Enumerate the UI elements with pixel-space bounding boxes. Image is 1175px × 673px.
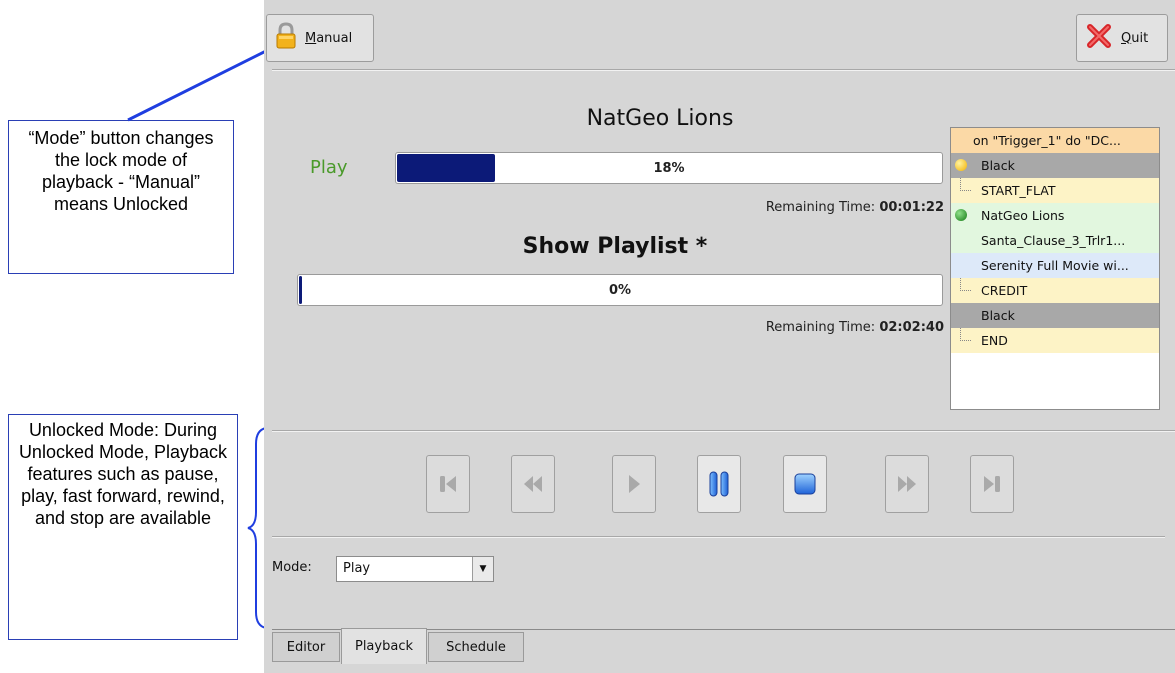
playlist-item-label: on "Trigger_1" do "DC... — [973, 133, 1121, 148]
playlist-item[interactable]: Black — [951, 303, 1159, 328]
unlocked-callout-text: Unlocked Mode: During Unlocked Mode, Pla… — [18, 420, 228, 528]
rewind-button[interactable] — [511, 455, 555, 513]
lock-icon — [275, 22, 297, 54]
clip-remaining-label: Remaining Time: — [765, 200, 876, 215]
playlist-item-label: END — [981, 333, 1008, 348]
transport-divider-bottom-highlight — [272, 537, 1165, 538]
rewind-icon — [524, 476, 542, 492]
pause-button[interactable] — [697, 455, 741, 513]
mode-select[interactable]: Play ▼ — [336, 556, 494, 582]
tree-branch-icon — [960, 278, 971, 291]
pause-icon — [709, 471, 729, 497]
manual-mode-button[interactable]: Manual — [266, 14, 374, 62]
tab-playback-label: Playback — [354, 639, 413, 654]
playback-status-label: Play — [310, 157, 348, 178]
tab-playback[interactable]: Playback — [341, 628, 427, 664]
skip-to-start-icon — [440, 476, 456, 492]
playlist-item[interactable]: Santa_Clause_3_Trlr1... — [951, 228, 1159, 253]
clip-progress-text: 18% — [653, 160, 685, 176]
tab-schedule[interactable]: Schedule — [428, 632, 524, 662]
dropdown-arrow-icon[interactable]: ▼ — [472, 557, 493, 581]
mode-select-value: Play — [343, 561, 371, 576]
yellow-status-dot-icon — [955, 159, 967, 171]
playlist-item-label: NatGeo Lions — [981, 208, 1065, 223]
callout-arrow — [127, 42, 281, 122]
toolbar-divider-highlight — [272, 70, 1175, 71]
playlist-remaining-value: 02:02:40 — [879, 320, 944, 335]
playlist-progress-bar: 0% — [297, 274, 943, 306]
manual-button-label: Manual — [305, 30, 353, 46]
playlist-item-label: Black — [981, 308, 1015, 323]
skip-to-start-button[interactable] — [426, 455, 470, 513]
green-status-dot-icon — [955, 209, 967, 221]
clip-remaining-time: Remaining Time: 00:01:22 — [766, 200, 944, 215]
tree-branch-icon — [960, 178, 971, 191]
clip-progress-bar: 18% — [395, 152, 943, 184]
play-button[interactable] — [612, 455, 656, 513]
tree-branch-icon — [960, 328, 971, 341]
stop-icon — [794, 473, 816, 495]
playlist-item[interactable]: END — [951, 328, 1159, 353]
transport-divider-top-highlight — [272, 431, 1175, 432]
playlist-remaining-time: Remaining Time: 02:02:40 — [766, 320, 944, 335]
red-x-icon — [1085, 22, 1113, 54]
tab-schedule-label: Schedule — [446, 639, 506, 655]
playlist-remaining-label: Remaining Time: — [765, 320, 876, 335]
playlist-item[interactable]: NatGeo Lions — [951, 203, 1159, 228]
playlist-item-label: Santa_Clause_3_Trlr1... — [981, 233, 1126, 248]
fast-forward-button[interactable] — [885, 455, 929, 513]
quit-button-label: Quit — [1121, 30, 1149, 46]
playlist-item[interactable]: Black — [951, 153, 1159, 178]
quit-button[interactable]: Quit — [1076, 14, 1168, 62]
fast-forward-icon — [898, 476, 916, 492]
playlist-title: Show Playlist * — [522, 234, 708, 259]
skip-to-end-button[interactable] — [970, 455, 1014, 513]
playlist-item[interactable]: on "Trigger_1" do "DC... — [951, 128, 1159, 153]
playlist-item[interactable]: START_FLAT — [951, 178, 1159, 203]
skip-to-end-icon — [984, 476, 1000, 492]
playlist-panel[interactable]: on "Trigger_1" do "DC... Black START_FLAT N… — [950, 127, 1160, 410]
mode-label: Mode: — [272, 560, 312, 575]
stop-button[interactable] — [783, 455, 827, 513]
tab-editor-label: Editor — [286, 639, 326, 655]
unlocked-mode-callout: Unlocked Mode: During Unlocked Mode, Pla… — [8, 414, 238, 640]
playlist-item-label: Serenity Full Movie wi... — [981, 258, 1129, 273]
clip-remaining-value: 00:01:22 — [879, 200, 944, 215]
current-clip-title: NatGeo Lions — [586, 106, 734, 131]
mode-callout-text: “Mode” button changes the lock mode of p… — [28, 128, 214, 214]
playlist-item-label: START_FLAT — [981, 183, 1056, 198]
play-icon — [629, 475, 640, 493]
mode-callout: “Mode” button changes the lock mode of p… — [8, 120, 234, 274]
playlist-item[interactable]: CREDIT — [951, 278, 1159, 303]
tab-editor[interactable]: Editor — [272, 632, 340, 662]
playlist-item-label: Black — [981, 158, 1015, 173]
playlist-progress-text: 0% — [608, 282, 632, 298]
playlist-item[interactable]: Serenity Full Movie wi... — [951, 253, 1159, 278]
playlist-item-label: CREDIT — [981, 283, 1028, 298]
